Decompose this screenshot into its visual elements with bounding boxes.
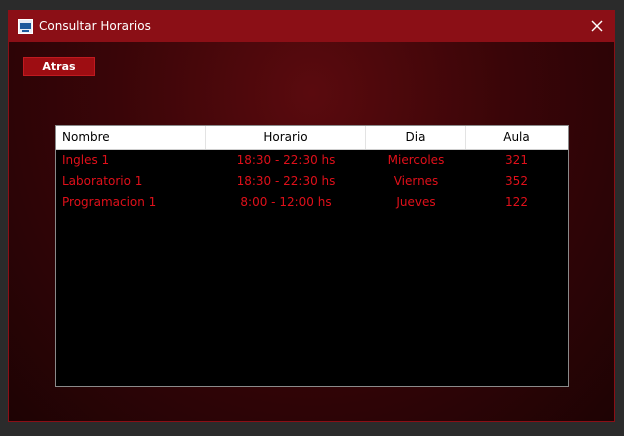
cell-horario: 8:00 - 12:00 hs <box>240 195 332 209</box>
consultar-horarios-window: Consultar Horarios Atras Nombre Horario … <box>8 10 615 422</box>
table-header: Nombre Horario Dia Aula <box>56 126 568 150</box>
cell-dia: Miercoles <box>387 153 445 167</box>
app-icon <box>18 19 33 34</box>
column-header-dia[interactable]: Dia <box>366 126 466 149</box>
title-bar[interactable]: Consultar Horarios <box>9 11 614 42</box>
cell-aula: 321 <box>505 153 528 167</box>
cell-nombre: Programacion 1 <box>62 195 157 209</box>
close-icon <box>591 20 603 32</box>
cell-aula: 352 <box>505 174 528 188</box>
back-button[interactable]: Atras <box>23 57 95 76</box>
cell-dia: Viernes <box>393 174 439 188</box>
cell-nombre: Laboratorio 1 <box>62 174 143 188</box>
schedule-table[interactable]: Nombre Horario Dia Aula Ingles 1 18:30 -… <box>55 125 569 387</box>
cell-nombre: Ingles 1 <box>62 153 110 167</box>
column-header-horario[interactable]: Horario <box>206 126 366 149</box>
table-row[interactable]: Programacion 1 8:00 - 12:00 hs Jueves 12… <box>56 192 568 213</box>
cell-aula: 122 <box>505 195 528 209</box>
table-row[interactable]: Ingles 1 18:30 - 22:30 hs Miercoles 321 <box>56 150 568 171</box>
window-title: Consultar Horarios <box>39 19 151 33</box>
cell-horario: 18:30 - 22:30 hs <box>236 153 336 167</box>
cell-dia: Jueves <box>396 195 436 209</box>
table-row[interactable]: Laboratorio 1 18:30 - 22:30 hs Viernes 3… <box>56 171 568 192</box>
column-header-aula[interactable]: Aula <box>466 126 567 149</box>
column-header-nombre[interactable]: Nombre <box>56 126 206 149</box>
cell-horario: 18:30 - 22:30 hs <box>236 174 336 188</box>
close-button[interactable] <box>580 11 614 42</box>
